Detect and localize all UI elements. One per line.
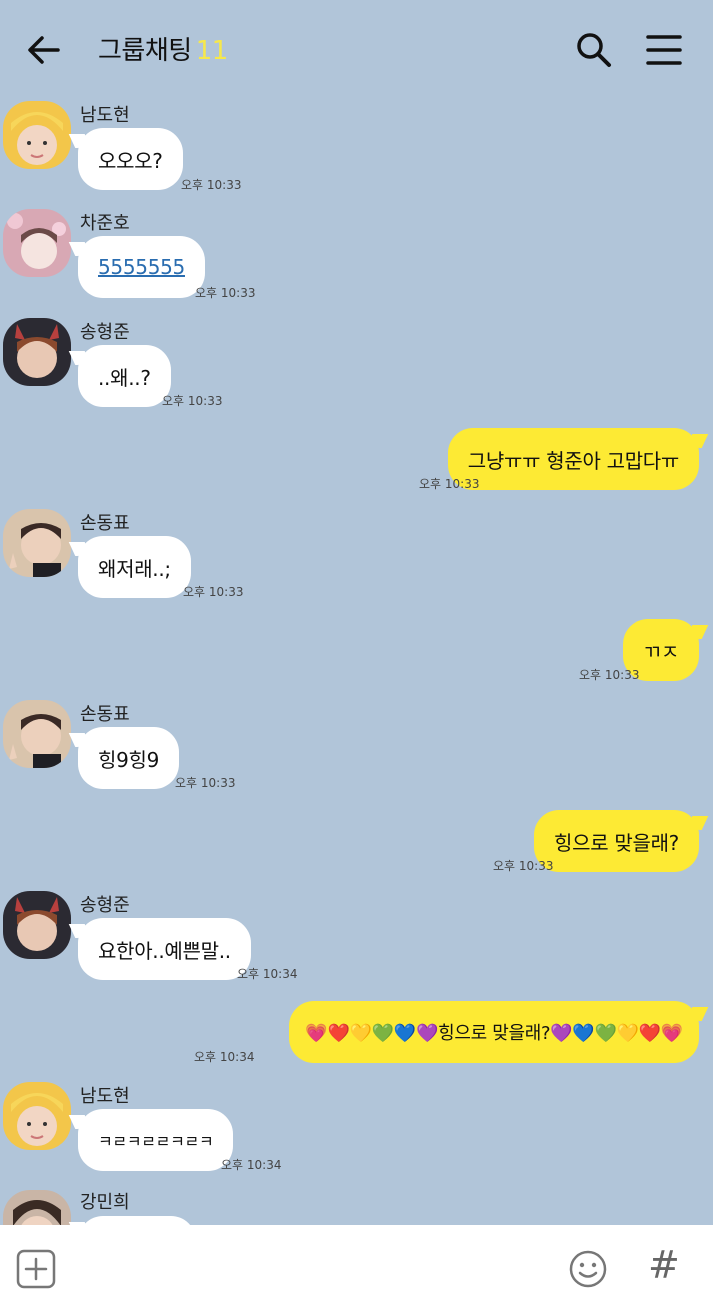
chick-hat-avatar[interactable] <box>3 1082 71 1150</box>
message-text: 요한아..예쁜말.. <box>98 938 231 963</box>
message-bubble[interactable]: 요한아..예쁜말.. <box>78 918 251 980</box>
message-link[interactable]: 5555555 <box>98 255 185 279</box>
message-bubble-outgoing[interactable]: 💗❤️💛💚💙💜힝으로 맞을래?💜💙💚💛❤️💗 <box>289 1001 699 1063</box>
chat-header: 그룹채팅 11 <box>0 0 713 98</box>
message-bubble[interactable]: ..왜..? <box>78 345 171 407</box>
input-bar: # <box>0 1225 713 1309</box>
sender-name: 강민희 <box>80 1192 130 1213</box>
search-icon[interactable] <box>572 28 616 72</box>
devil-horn-avatar[interactable] <box>3 318 71 386</box>
message-text: ㅋㄹㅋㄹㄹㅋㄹㅋ <box>98 1132 214 1151</box>
devil-horn-avatar[interactable] <box>3 891 71 959</box>
message-time: 오후 10:33 <box>181 178 242 192</box>
message-bubble[interactable]: 왜저래..; <box>78 536 191 598</box>
chat-title: 그룹채팅 11 <box>98 30 228 67</box>
sender-name: 손동표 <box>80 704 130 725</box>
emoticon-icon[interactable] <box>568 1249 608 1289</box>
message-bubble[interactable]: 힝9힝9 <box>78 727 180 789</box>
message-time: 오후 10:33 <box>579 668 640 682</box>
peace-sign-avatar[interactable] <box>3 700 71 768</box>
message-text: 오오오? <box>98 148 163 173</box>
message-text: 💗❤️💛💚💙💜힝으로 맞을래?💜💙💚💛❤️💗 <box>305 1023 683 1044</box>
message-time: 오후 10:33 <box>175 776 236 790</box>
sender-name: 송형준 <box>80 322 130 343</box>
message-text: ㄲㅈ <box>642 639 680 664</box>
message-time: 오후 10:34 <box>221 1158 282 1172</box>
sender-name: 손동표 <box>80 513 130 534</box>
message-bubble[interactable]: 오오오? <box>78 128 183 190</box>
sender-name: 남도현 <box>80 1086 130 1107</box>
message-time: 오후 10:34 <box>194 1050 255 1064</box>
message-time: 오후 10:33 <box>493 859 554 873</box>
message-text: 힝으로 맞을래? <box>554 830 679 855</box>
back-arrow-icon[interactable] <box>22 28 66 72</box>
message-time: 오후 10:33 <box>183 585 244 599</box>
message-time: 오후 10:34 <box>237 967 298 981</box>
member-count: 11 <box>195 36 229 66</box>
message-time: 오후 10:33 <box>419 477 480 491</box>
peace-sign-avatar[interactable] <box>3 509 71 577</box>
sender-name: 남도현 <box>80 105 130 126</box>
chick-hat-avatar[interactable] <box>3 101 71 169</box>
chat-title-text: 그룹채팅 <box>98 36 192 66</box>
message-time: 오후 10:33 <box>162 394 223 408</box>
hash-search-button[interactable]: # <box>648 1243 680 1287</box>
message-bubble[interactable]: 5555555 <box>78 236 205 298</box>
add-attachment-icon[interactable] <box>16 1249 56 1289</box>
message-bubble[interactable]: ㅋㄹㅋㄹㄹㅋㄹㅋ <box>78 1109 234 1171</box>
menu-icon[interactable] <box>642 28 686 72</box>
message-text: 그냥ㅠㅠ 형준아 고맙다ㅠ <box>467 448 680 473</box>
flower-avatar[interactable] <box>3 209 71 277</box>
message-bubble-outgoing[interactable]: 그냥ㅠㅠ 형준아 고맙다ㅠ <box>447 428 699 490</box>
message-time: 오후 10:33 <box>195 286 256 300</box>
message-text: 왜저래..; <box>98 556 171 581</box>
sender-name: 차준호 <box>80 213 130 234</box>
sender-name: 송형준 <box>80 895 130 916</box>
message-bubble-outgoing[interactable]: 힝으로 맞을래? <box>534 810 699 872</box>
message-text: 힝9힝9 <box>98 747 160 772</box>
message-text: ..왜..? <box>98 365 151 390</box>
